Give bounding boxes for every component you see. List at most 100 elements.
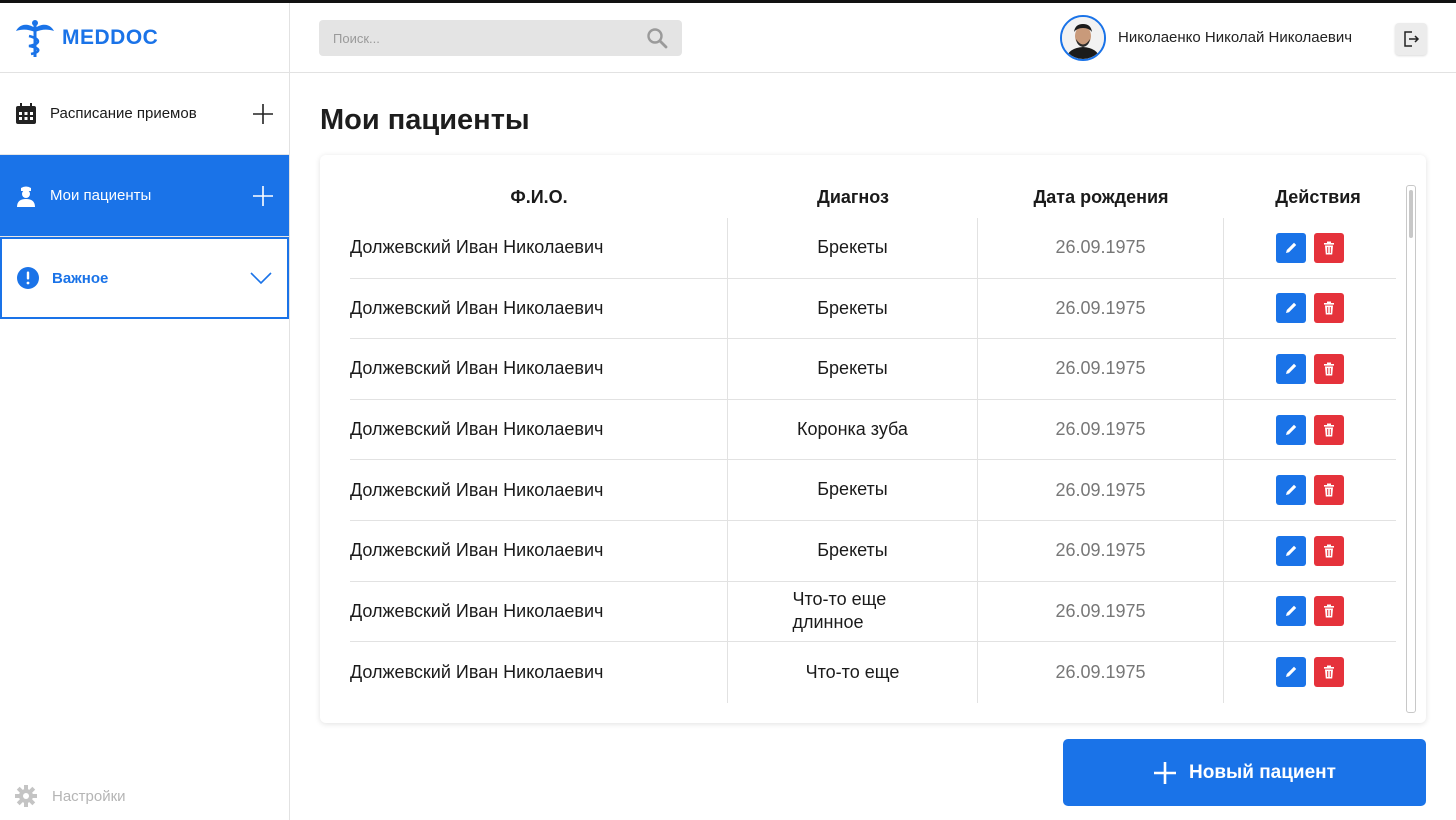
patient-name: Должевский Иван Николаевич xyxy=(350,339,728,399)
patient-diagnosis: Брекеты xyxy=(728,460,978,520)
trash-icon xyxy=(1321,543,1337,559)
trash-icon xyxy=(1321,361,1337,377)
patient-birth-date: 26.09.1975 xyxy=(978,581,1224,642)
page-title: Мои пациенты xyxy=(320,104,530,136)
delete-button[interactable] xyxy=(1314,414,1344,445)
settings-link[interactable]: Настройки xyxy=(14,784,126,808)
search-box[interactable] xyxy=(319,20,682,56)
patient-name: Должевский Иван Николаевич xyxy=(350,399,728,460)
avatar[interactable] xyxy=(1060,15,1106,61)
trash-icon xyxy=(1321,664,1337,680)
column-header-diagnosis: Диагноз xyxy=(817,187,889,207)
scrollbar[interactable] xyxy=(1406,185,1416,713)
patient-name: Должевский Иван Николаевич xyxy=(350,278,728,339)
pencil-icon xyxy=(1283,422,1299,438)
diagnosis-text: Брекеты xyxy=(817,297,888,318)
trash-icon xyxy=(1321,240,1337,256)
plus-icon[interactable] xyxy=(251,184,275,208)
user-photo xyxy=(1062,17,1104,59)
logo-text: MEDDOC xyxy=(62,25,159,49)
table-row[interactable]: Должевский Иван Николаевич Брекеты 26.09.1… xyxy=(350,339,1396,400)
caduceus-icon xyxy=(16,19,54,57)
patient-birth-date: 26.09.1975 xyxy=(978,339,1224,399)
diagnosis-text: Брекеты xyxy=(817,237,888,258)
pencil-icon xyxy=(1283,543,1299,559)
patient-name: Должевский Иван Николаевич xyxy=(350,460,728,520)
doctor-icon xyxy=(17,186,35,207)
patients-table: Ф.И.О. Диагноз Дата рождения Действия До… xyxy=(320,155,1426,723)
user-name[interactable]: Николаенко Николай Николаевич xyxy=(1118,29,1352,46)
edit-button[interactable] xyxy=(1276,475,1306,506)
table-row[interactable]: Должевский Иван Николаевич Брекеты 26.09.1… xyxy=(350,520,1396,582)
patient-birth-date: 26.09.1975 xyxy=(978,399,1224,460)
diagnosis-text: Коронка зуба xyxy=(797,418,908,439)
table-row[interactable]: Должевский Иван Николаевич Брекеты 26.09.1… xyxy=(350,218,1396,279)
row-actions xyxy=(1224,218,1396,278)
sidebar-item-patients[interactable]: Мои пациенты xyxy=(0,155,289,237)
diagnosis-text: Что-то еще xyxy=(805,661,900,682)
table-row[interactable]: Должевский Иван Николаевич Брекеты 26.09.1… xyxy=(350,460,1396,521)
row-actions xyxy=(1224,460,1396,520)
delete-button[interactable] xyxy=(1314,535,1344,566)
table-row[interactable]: Должевский Иван Николаевич Брекеты 26.09.1… xyxy=(350,278,1396,340)
delete-button[interactable] xyxy=(1314,232,1344,263)
patient-diagnosis: Брекеты xyxy=(728,520,978,581)
pencil-icon xyxy=(1283,482,1299,498)
edit-button[interactable] xyxy=(1276,414,1306,445)
sidebar-item-schedule[interactable]: Расписание приемов xyxy=(0,73,289,155)
trash-icon xyxy=(1321,482,1337,498)
row-actions xyxy=(1224,400,1396,460)
plus-icon[interactable] xyxy=(251,102,275,126)
patient-name: Должевский Иван Николаевич xyxy=(350,581,728,642)
pencil-icon xyxy=(1283,361,1299,377)
trash-icon xyxy=(1321,300,1337,316)
patient-name: Должевский Иван Николаевич xyxy=(350,520,728,581)
logout-icon xyxy=(1404,31,1420,47)
edit-button[interactable] xyxy=(1276,293,1306,324)
table-row[interactable]: Должевский Иван Николаевич Что-то еще 26.0… xyxy=(350,642,1396,703)
scrollbar-thumb[interactable] xyxy=(1409,190,1413,238)
patient-birth-date: 26.09.1975 xyxy=(978,642,1224,703)
chevron-down-icon[interactable] xyxy=(249,266,273,290)
sidebar-item-label: Мои пациенты xyxy=(50,187,152,204)
trash-icon xyxy=(1321,422,1337,438)
logout-button[interactable] xyxy=(1395,23,1427,55)
pencil-icon xyxy=(1283,240,1299,256)
column-header-birth-date: Дата рождения xyxy=(1033,187,1169,207)
column-header-name: Ф.И.О. xyxy=(510,187,568,207)
patient-name: Должевский Иван Николаевич xyxy=(350,642,728,703)
row-actions xyxy=(1224,279,1396,339)
table-row[interactable]: Должевский Иван Николаевич Что-то еще дли… xyxy=(350,581,1396,643)
delete-button[interactable] xyxy=(1314,657,1344,688)
delete-button[interactable] xyxy=(1314,353,1344,384)
delete-button[interactable] xyxy=(1314,293,1344,324)
diagnosis-text: Брекеты xyxy=(817,479,888,500)
new-patient-button[interactable]: Новый пациент xyxy=(1063,739,1426,806)
alert-icon xyxy=(17,267,39,289)
calendar-icon xyxy=(16,102,36,124)
edit-button[interactable] xyxy=(1276,596,1306,627)
sidebar-item-important[interactable]: Важное xyxy=(0,237,289,319)
delete-button[interactable] xyxy=(1314,596,1344,627)
gear-icon xyxy=(15,785,37,807)
edit-button[interactable] xyxy=(1276,535,1306,566)
new-patient-label: Новый пациент xyxy=(1189,761,1336,783)
edit-button[interactable] xyxy=(1276,657,1306,688)
edit-button[interactable] xyxy=(1276,353,1306,384)
sidebar: MEDDOC Расписание приемов Мои пациенты В xyxy=(0,3,290,820)
search-input[interactable] xyxy=(333,30,646,46)
logo[interactable]: MEDDOC xyxy=(0,3,289,73)
diagnosis-text: Брекеты xyxy=(817,358,888,379)
patient-birth-date: 26.09.1975 xyxy=(978,278,1224,339)
patient-diagnosis: Брекеты xyxy=(728,339,978,399)
search-icon[interactable] xyxy=(646,27,668,49)
edit-button[interactable] xyxy=(1276,232,1306,263)
sidebar-item-label: Расписание приемов xyxy=(50,105,197,122)
plus-icon xyxy=(1154,761,1177,784)
delete-button[interactable] xyxy=(1314,475,1344,506)
diagnosis-text: Что-то еще длинное xyxy=(792,588,887,633)
sidebar-item-label: Важное xyxy=(52,269,109,287)
table-header: Ф.И.О. Диагноз Дата рождения Действия xyxy=(350,183,1396,215)
patient-diagnosis: Брекеты xyxy=(728,278,978,339)
table-row[interactable]: Должевский Иван Николаевич Коронка зуба 26… xyxy=(350,399,1396,461)
